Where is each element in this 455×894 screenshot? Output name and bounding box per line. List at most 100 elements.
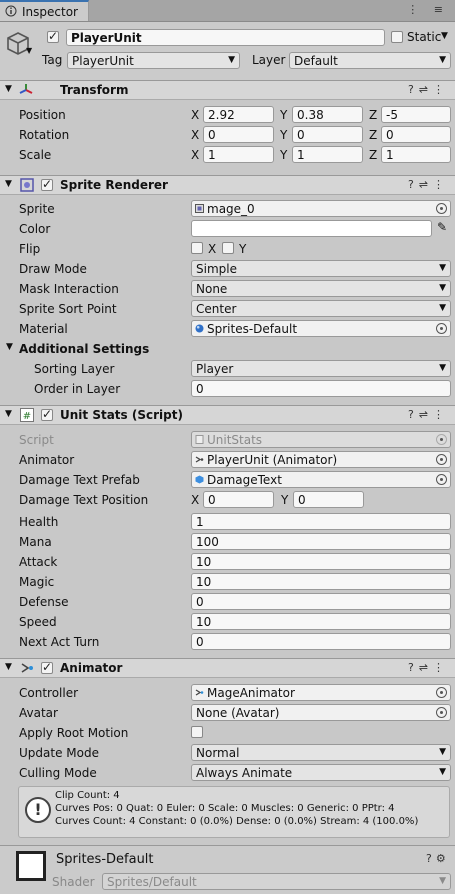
avatar-field[interactable]: None (Avatar) (191, 704, 451, 721)
axis-x-label[interactable]: X (191, 493, 199, 507)
animator-header[interactable]: ▼ Animator ?⇌⋮ (0, 658, 455, 678)
axis-x-label[interactable]: X (191, 128, 199, 142)
update-mode-dropdown[interactable]: Normal ▼ (191, 744, 451, 761)
transform-z-input[interactable]: 1 (381, 146, 451, 163)
tag-dropdown[interactable]: PlayerUnit ▼ (67, 52, 240, 69)
shader-label: Shader (52, 875, 95, 889)
script-label: Script (19, 433, 54, 447)
transform-z-input[interactable]: -5 (381, 106, 451, 123)
stat-input[interactable]: 0 (191, 593, 451, 610)
foldout-icon[interactable]: ▼ (5, 84, 12, 94)
damage-prefab-field[interactable]: DamageText (191, 471, 451, 488)
unit-stats-enabled-checkbox[interactable] (41, 407, 53, 421)
flip-x-checkbox[interactable] (191, 242, 203, 254)
object-picker-icon[interactable] (436, 707, 447, 718)
stat-input[interactable]: 10 (191, 613, 451, 630)
transform-x-input[interactable]: 0 (203, 126, 274, 143)
transform-y-input[interactable]: 0 (292, 126, 363, 143)
transform-x-input[interactable]: 2.92 (203, 106, 274, 123)
stat-label: Magic (19, 575, 55, 589)
sort-point-dropdown[interactable]: Center ▼ (191, 300, 451, 317)
tab-inspector[interactable]: Inspector (0, 0, 89, 21)
transform-x-input[interactable]: 1 (203, 146, 274, 163)
material-actions-icons[interactable]: ?⚙ (426, 852, 450, 865)
sprite-renderer-header[interactable]: ▼ Sprite Renderer ?⇌⋮ (0, 175, 455, 195)
static-dropdown-arrow-icon[interactable]: ▼ (441, 31, 448, 41)
transform-row-label: Rotation (19, 128, 70, 142)
tab-menu-icon[interactable]: ⋮ ≡ (407, 3, 449, 16)
axis-y-label[interactable]: Y (280, 128, 287, 142)
culling-mode-dropdown[interactable]: Always Animate ▼ (191, 764, 451, 781)
material-sphere-icon (195, 324, 204, 333)
object-picker-icon[interactable] (436, 687, 447, 698)
animator-ref-field[interactable]: PlayerUnit (Animator) (191, 451, 451, 468)
object-picker-icon[interactable] (436, 474, 447, 485)
foldout-icon[interactable]: ▼ (5, 179, 12, 189)
info-exclamation-icon: ! (25, 797, 51, 823)
transform-y-input[interactable]: 1 (292, 146, 363, 163)
animator-enabled-checkbox[interactable] (41, 660, 53, 674)
material-field[interactable]: Sprites-Default (191, 320, 451, 337)
object-name-input[interactable]: PlayerUnit (66, 29, 385, 46)
draw-mode-dropdown[interactable]: Simple ▼ (191, 260, 451, 277)
stat-input[interactable]: 10 (191, 553, 451, 570)
foldout-icon[interactable]: ▼ (5, 409, 12, 419)
icon-dropdown-arrow-icon[interactable]: ▼ (26, 46, 32, 55)
stat-input[interactable]: 100 (191, 533, 451, 550)
animator-controller-icon (195, 689, 204, 696)
component-actions-icons[interactable]: ?⇌⋮ (408, 178, 449, 191)
component-actions-icons[interactable]: ?⇌⋮ (408, 408, 449, 421)
active-checkbox[interactable] (47, 29, 59, 43)
sprite-label: Sprite (19, 202, 55, 216)
damage-position-y-input[interactable]: 0 (293, 491, 364, 508)
sprite-renderer-enabled-checkbox[interactable] (41, 177, 53, 191)
stat-input[interactable]: 1 (191, 513, 451, 530)
layer-dropdown[interactable]: Default ▼ (289, 52, 451, 69)
stat-input[interactable]: 0 (191, 633, 451, 650)
stat-input[interactable]: 10 (191, 573, 451, 590)
sprite-asset-icon (195, 204, 204, 213)
object-picker-icon[interactable] (436, 323, 447, 334)
order-in-layer-input[interactable]: 0 (191, 380, 451, 397)
unit-stats-header[interactable]: ▼ # Unit Stats (Script) ?⇌⋮ (0, 405, 455, 425)
chevron-down-icon: ▼ (228, 55, 235, 65)
transform-header[interactable]: ▼ Transform ?⇌⋮ (0, 80, 455, 100)
tab-bar: Inspector ⋮ ≡ (0, 0, 455, 22)
stat-label: Next Act Turn (19, 635, 100, 649)
stat-label: Attack (19, 555, 58, 569)
script-file-icon (195, 435, 204, 444)
damage-position-x-input[interactable]: 0 (203, 491, 274, 508)
foldout-icon[interactable]: ▼ (6, 342, 13, 352)
root-motion-checkbox[interactable] (191, 726, 203, 738)
mask-interaction-dropdown[interactable]: None ▼ (191, 280, 451, 297)
object-picker-icon[interactable] (436, 203, 447, 214)
transform-axes-icon (19, 84, 33, 94)
sorting-layer-dropdown[interactable]: Player ▼ (191, 360, 451, 377)
sprite-field[interactable]: mage_0 (191, 200, 451, 217)
root-motion-label: Apply Root Motion (19, 726, 129, 740)
axis-y-label[interactable]: Y (280, 108, 287, 122)
component-actions-icons[interactable]: ?⇌⋮ (408, 661, 449, 674)
axis-x-label[interactable]: X (191, 108, 199, 122)
axis-z-label[interactable]: Z (369, 128, 377, 142)
info-line: Clip Count: 4 (55, 790, 120, 801)
object-picker-icon[interactable] (436, 454, 447, 465)
stat-label: Speed (19, 615, 57, 629)
stat-label: Defense (19, 595, 69, 609)
foldout-icon[interactable]: ▼ (5, 662, 12, 672)
axis-y-label[interactable]: Y (281, 493, 288, 507)
component-actions-icons[interactable]: ?⇌⋮ (408, 83, 449, 96)
axis-z-label[interactable]: Z (369, 108, 377, 122)
axis-x-label[interactable]: X (191, 148, 199, 162)
sorting-layer-label: Sorting Layer (34, 362, 115, 376)
additional-settings-label[interactable]: Additional Settings (19, 342, 149, 356)
transform-y-input[interactable]: 0.38 (292, 106, 363, 123)
static-checkbox[interactable] (391, 31, 403, 43)
axis-y-label[interactable]: Y (280, 148, 287, 162)
transform-z-input[interactable]: 0 (381, 126, 451, 143)
axis-z-label[interactable]: Z (369, 148, 377, 162)
controller-field[interactable]: MageAnimator (191, 684, 451, 701)
color-field[interactable] (191, 220, 432, 237)
eyedropper-icon[interactable]: ✎ (437, 220, 447, 234)
flip-y-checkbox[interactable] (222, 242, 234, 254)
